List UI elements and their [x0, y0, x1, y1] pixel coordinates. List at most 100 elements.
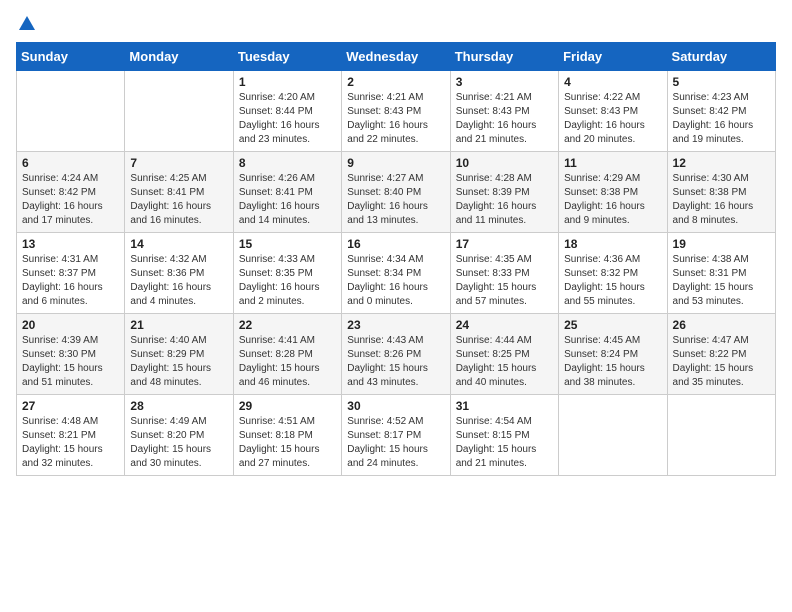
daylight: Daylight: 16 hours and 23 minutes.: [239, 120, 320, 145]
day-info: Sunrise: 4:39 AM Sunset: 8:30 PM Dayligh…: [22, 334, 119, 390]
calendar-cell: [559, 395, 667, 476]
day-number: 6: [22, 156, 119, 170]
day-info: Sunrise: 4:28 AM Sunset: 8:39 PM Dayligh…: [456, 172, 553, 228]
calendar-week-row: 1 Sunrise: 4:20 AM Sunset: 8:44 PM Dayli…: [17, 71, 776, 152]
calendar-cell: 10 Sunrise: 4:28 AM Sunset: 8:39 PM Dayl…: [450, 152, 558, 233]
daylight: Daylight: 16 hours and 21 minutes.: [456, 120, 537, 145]
sunset: Sunset: 8:33 PM: [456, 268, 530, 279]
day-info: Sunrise: 4:27 AM Sunset: 8:40 PM Dayligh…: [347, 172, 444, 228]
calendar-cell: 9 Sunrise: 4:27 AM Sunset: 8:40 PM Dayli…: [342, 152, 450, 233]
day-info: Sunrise: 4:41 AM Sunset: 8:28 PM Dayligh…: [239, 334, 336, 390]
day-info: Sunrise: 4:47 AM Sunset: 8:22 PM Dayligh…: [673, 334, 770, 390]
calendar-cell: 20 Sunrise: 4:39 AM Sunset: 8:30 PM Dayl…: [17, 314, 125, 395]
daylight: Daylight: 16 hours and 0 minutes.: [347, 282, 428, 307]
sunrise: Sunrise: 4:40 AM: [130, 335, 206, 346]
day-number: 19: [673, 237, 770, 251]
day-info: Sunrise: 4:43 AM Sunset: 8:26 PM Dayligh…: [347, 334, 444, 390]
daylight: Daylight: 15 hours and 53 minutes.: [673, 282, 754, 307]
calendar-week-row: 13 Sunrise: 4:31 AM Sunset: 8:37 PM Dayl…: [17, 233, 776, 314]
day-number: 5: [673, 75, 770, 89]
sunset: Sunset: 8:38 PM: [564, 187, 638, 198]
day-number: 18: [564, 237, 661, 251]
calendar-cell: 5 Sunrise: 4:23 AM Sunset: 8:42 PM Dayli…: [667, 71, 775, 152]
day-info: Sunrise: 4:38 AM Sunset: 8:31 PM Dayligh…: [673, 253, 770, 309]
daylight: Daylight: 15 hours and 48 minutes.: [130, 363, 211, 388]
calendar-cell: 11 Sunrise: 4:29 AM Sunset: 8:38 PM Dayl…: [559, 152, 667, 233]
sunrise: Sunrise: 4:51 AM: [239, 416, 315, 427]
day-number: 9: [347, 156, 444, 170]
day-number: 1: [239, 75, 336, 89]
sunset: Sunset: 8:36 PM: [130, 268, 204, 279]
calendar-cell: [17, 71, 125, 152]
daylight: Daylight: 16 hours and 14 minutes.: [239, 201, 320, 226]
calendar-header-saturday: Saturday: [667, 43, 775, 71]
calendar-cell: 8 Sunrise: 4:26 AM Sunset: 8:41 PM Dayli…: [233, 152, 341, 233]
sunrise: Sunrise: 4:38 AM: [673, 254, 749, 265]
sunrise: Sunrise: 4:30 AM: [673, 173, 749, 184]
day-info: Sunrise: 4:24 AM Sunset: 8:42 PM Dayligh…: [22, 172, 119, 228]
daylight: Daylight: 15 hours and 43 minutes.: [347, 363, 428, 388]
sunset: Sunset: 8:18 PM: [239, 430, 313, 441]
day-info: Sunrise: 4:49 AM Sunset: 8:20 PM Dayligh…: [130, 415, 227, 471]
sunset: Sunset: 8:15 PM: [456, 430, 530, 441]
day-number: 31: [456, 399, 553, 413]
calendar-cell: [667, 395, 775, 476]
calendar-cell: 13 Sunrise: 4:31 AM Sunset: 8:37 PM Dayl…: [17, 233, 125, 314]
day-number: 23: [347, 318, 444, 332]
sunrise: Sunrise: 4:23 AM: [673, 92, 749, 103]
sunset: Sunset: 8:21 PM: [22, 430, 96, 441]
day-info: Sunrise: 4:21 AM Sunset: 8:43 PM Dayligh…: [456, 91, 553, 147]
sunrise: Sunrise: 4:45 AM: [564, 335, 640, 346]
sunrise: Sunrise: 4:21 AM: [456, 92, 532, 103]
day-number: 27: [22, 399, 119, 413]
day-number: 24: [456, 318, 553, 332]
calendar-week-row: 20 Sunrise: 4:39 AM Sunset: 8:30 PM Dayl…: [17, 314, 776, 395]
daylight: Daylight: 16 hours and 16 minutes.: [130, 201, 211, 226]
daylight: Daylight: 16 hours and 4 minutes.: [130, 282, 211, 307]
sunrise: Sunrise: 4:48 AM: [22, 416, 98, 427]
sunset: Sunset: 8:43 PM: [564, 106, 638, 117]
sunrise: Sunrise: 4:35 AM: [456, 254, 532, 265]
calendar-cell: 6 Sunrise: 4:24 AM Sunset: 8:42 PM Dayli…: [17, 152, 125, 233]
calendar-cell: 30 Sunrise: 4:52 AM Sunset: 8:17 PM Dayl…: [342, 395, 450, 476]
sunrise: Sunrise: 4:28 AM: [456, 173, 532, 184]
sunrise: Sunrise: 4:44 AM: [456, 335, 532, 346]
calendar-header-thursday: Thursday: [450, 43, 558, 71]
sunset: Sunset: 8:39 PM: [456, 187, 530, 198]
daylight: Daylight: 16 hours and 19 minutes.: [673, 120, 754, 145]
daylight: Daylight: 15 hours and 24 minutes.: [347, 444, 428, 469]
calendar-cell: 23 Sunrise: 4:43 AM Sunset: 8:26 PM Dayl…: [342, 314, 450, 395]
calendar-header-row: SundayMondayTuesdayWednesdayThursdayFrid…: [17, 43, 776, 71]
daylight: Daylight: 16 hours and 17 minutes.: [22, 201, 103, 226]
daylight: Daylight: 16 hours and 2 minutes.: [239, 282, 320, 307]
day-info: Sunrise: 4:32 AM Sunset: 8:36 PM Dayligh…: [130, 253, 227, 309]
daylight: Daylight: 15 hours and 32 minutes.: [22, 444, 103, 469]
day-number: 15: [239, 237, 336, 251]
calendar-cell: 18 Sunrise: 4:36 AM Sunset: 8:32 PM Dayl…: [559, 233, 667, 314]
calendar-cell: 4 Sunrise: 4:22 AM Sunset: 8:43 PM Dayli…: [559, 71, 667, 152]
calendar-cell: 3 Sunrise: 4:21 AM Sunset: 8:43 PM Dayli…: [450, 71, 558, 152]
sunrise: Sunrise: 4:54 AM: [456, 416, 532, 427]
sunset: Sunset: 8:44 PM: [239, 106, 313, 117]
day-number: 30: [347, 399, 444, 413]
calendar-cell: 26 Sunrise: 4:47 AM Sunset: 8:22 PM Dayl…: [667, 314, 775, 395]
sunrise: Sunrise: 4:24 AM: [22, 173, 98, 184]
calendar-cell: 14 Sunrise: 4:32 AM Sunset: 8:36 PM Dayl…: [125, 233, 233, 314]
daylight: Daylight: 16 hours and 8 minutes.: [673, 201, 754, 226]
sunset: Sunset: 8:20 PM: [130, 430, 204, 441]
daylight: Daylight: 15 hours and 38 minutes.: [564, 363, 645, 388]
sunset: Sunset: 8:31 PM: [673, 268, 747, 279]
day-number: 14: [130, 237, 227, 251]
calendar-week-row: 27 Sunrise: 4:48 AM Sunset: 8:21 PM Dayl…: [17, 395, 776, 476]
calendar-cell: 21 Sunrise: 4:40 AM Sunset: 8:29 PM Dayl…: [125, 314, 233, 395]
calendar-header-wednesday: Wednesday: [342, 43, 450, 71]
daylight: Daylight: 15 hours and 35 minutes.: [673, 363, 754, 388]
daylight: Daylight: 16 hours and 9 minutes.: [564, 201, 645, 226]
calendar-cell: 27 Sunrise: 4:48 AM Sunset: 8:21 PM Dayl…: [17, 395, 125, 476]
calendar-cell: 24 Sunrise: 4:44 AM Sunset: 8:25 PM Dayl…: [450, 314, 558, 395]
day-number: 28: [130, 399, 227, 413]
day-info: Sunrise: 4:45 AM Sunset: 8:24 PM Dayligh…: [564, 334, 661, 390]
sunset: Sunset: 8:40 PM: [347, 187, 421, 198]
day-number: 16: [347, 237, 444, 251]
sunset: Sunset: 8:24 PM: [564, 349, 638, 360]
